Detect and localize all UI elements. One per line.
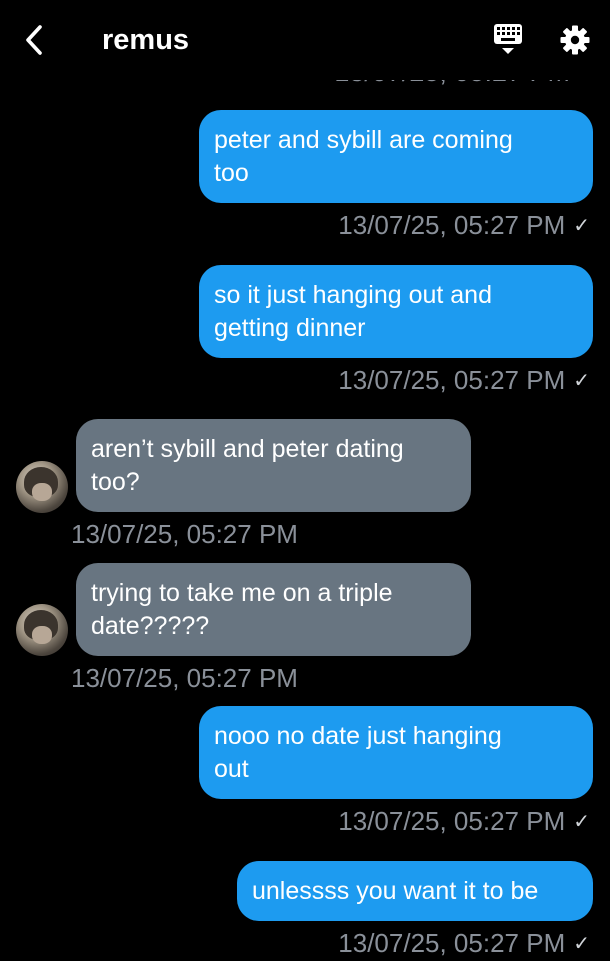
keyboard-icon [494,24,522,54]
timestamp-text: 13/07/25, 05:27 PM [338,928,566,958]
timestamp-text: 13/07/25, 05:27 PM [71,519,298,549]
timestamp-text: 13/07/25, 05:27 PM [338,365,566,395]
timestamp-text: 13/07/25, 05:27 PM [71,663,298,693]
avatar[interactable] [16,604,68,656]
message-timestamp: 13/07/25, 05:27 PM ✓ [338,208,590,243]
message-line: out [214,755,249,783]
read-check-icon: ✓ [573,933,590,955]
message-timestamp: 13/07/25, 05:27 PM [71,517,298,551]
message-timestamp: 13/07/25, 05:27 PM ✓ [338,363,590,398]
avatar-face [32,483,52,501]
message-line: too? [91,468,140,496]
avatar-face [32,626,52,644]
outgoing-message[interactable]: nooo no date just hanging out [199,706,593,799]
timestamp-text: 13/07/25, 05:27 PM [338,806,566,836]
settings-button[interactable] [555,20,595,60]
message-line: nooo no date just hanging [214,722,502,750]
message-line: unlessss you want it to be [252,877,539,905]
message-line: aren’t sybill and peter dating [91,435,404,463]
read-check-icon: ✓ [573,215,590,237]
read-check-icon: ✓ [573,370,590,392]
keyboard-button[interactable] [488,22,528,58]
message-line: date????? [91,612,210,640]
message-timestamp: 13/07/25, 05:27 PM [71,661,298,695]
message-line: so it just hanging out and [214,281,492,309]
outgoing-message[interactable]: peter and sybill are coming too [199,110,593,203]
page-title: remus [102,24,190,56]
message-line: peter and sybill are coming [214,126,513,154]
message-timestamp: 13/07/25, 05:27 PM ✓ [338,926,590,961]
message-line: getting dinner [214,314,366,342]
incoming-message[interactable]: aren’t sybill and peter dating too? [76,419,471,512]
timestamp-text: 13/07/25, 05:27 PM [338,210,566,240]
chevron-left-icon [26,25,42,55]
outgoing-message[interactable]: so it just hanging out and getting dinne… [199,265,593,358]
message-line: too [214,159,249,187]
back-button[interactable] [14,20,54,60]
message-line: trying to take me on a triple [91,579,393,607]
gear-icon [560,25,590,55]
read-check-icon: ✓ [573,811,590,833]
chat-header: remus [0,0,610,80]
message-timestamp: 13/07/25, 05:27 PM ✓ [338,804,590,839]
outgoing-message[interactable]: unlessss you want it to be [237,861,593,921]
avatar[interactable] [16,461,68,513]
incoming-message[interactable]: trying to take me on a triple date????? [76,563,471,656]
